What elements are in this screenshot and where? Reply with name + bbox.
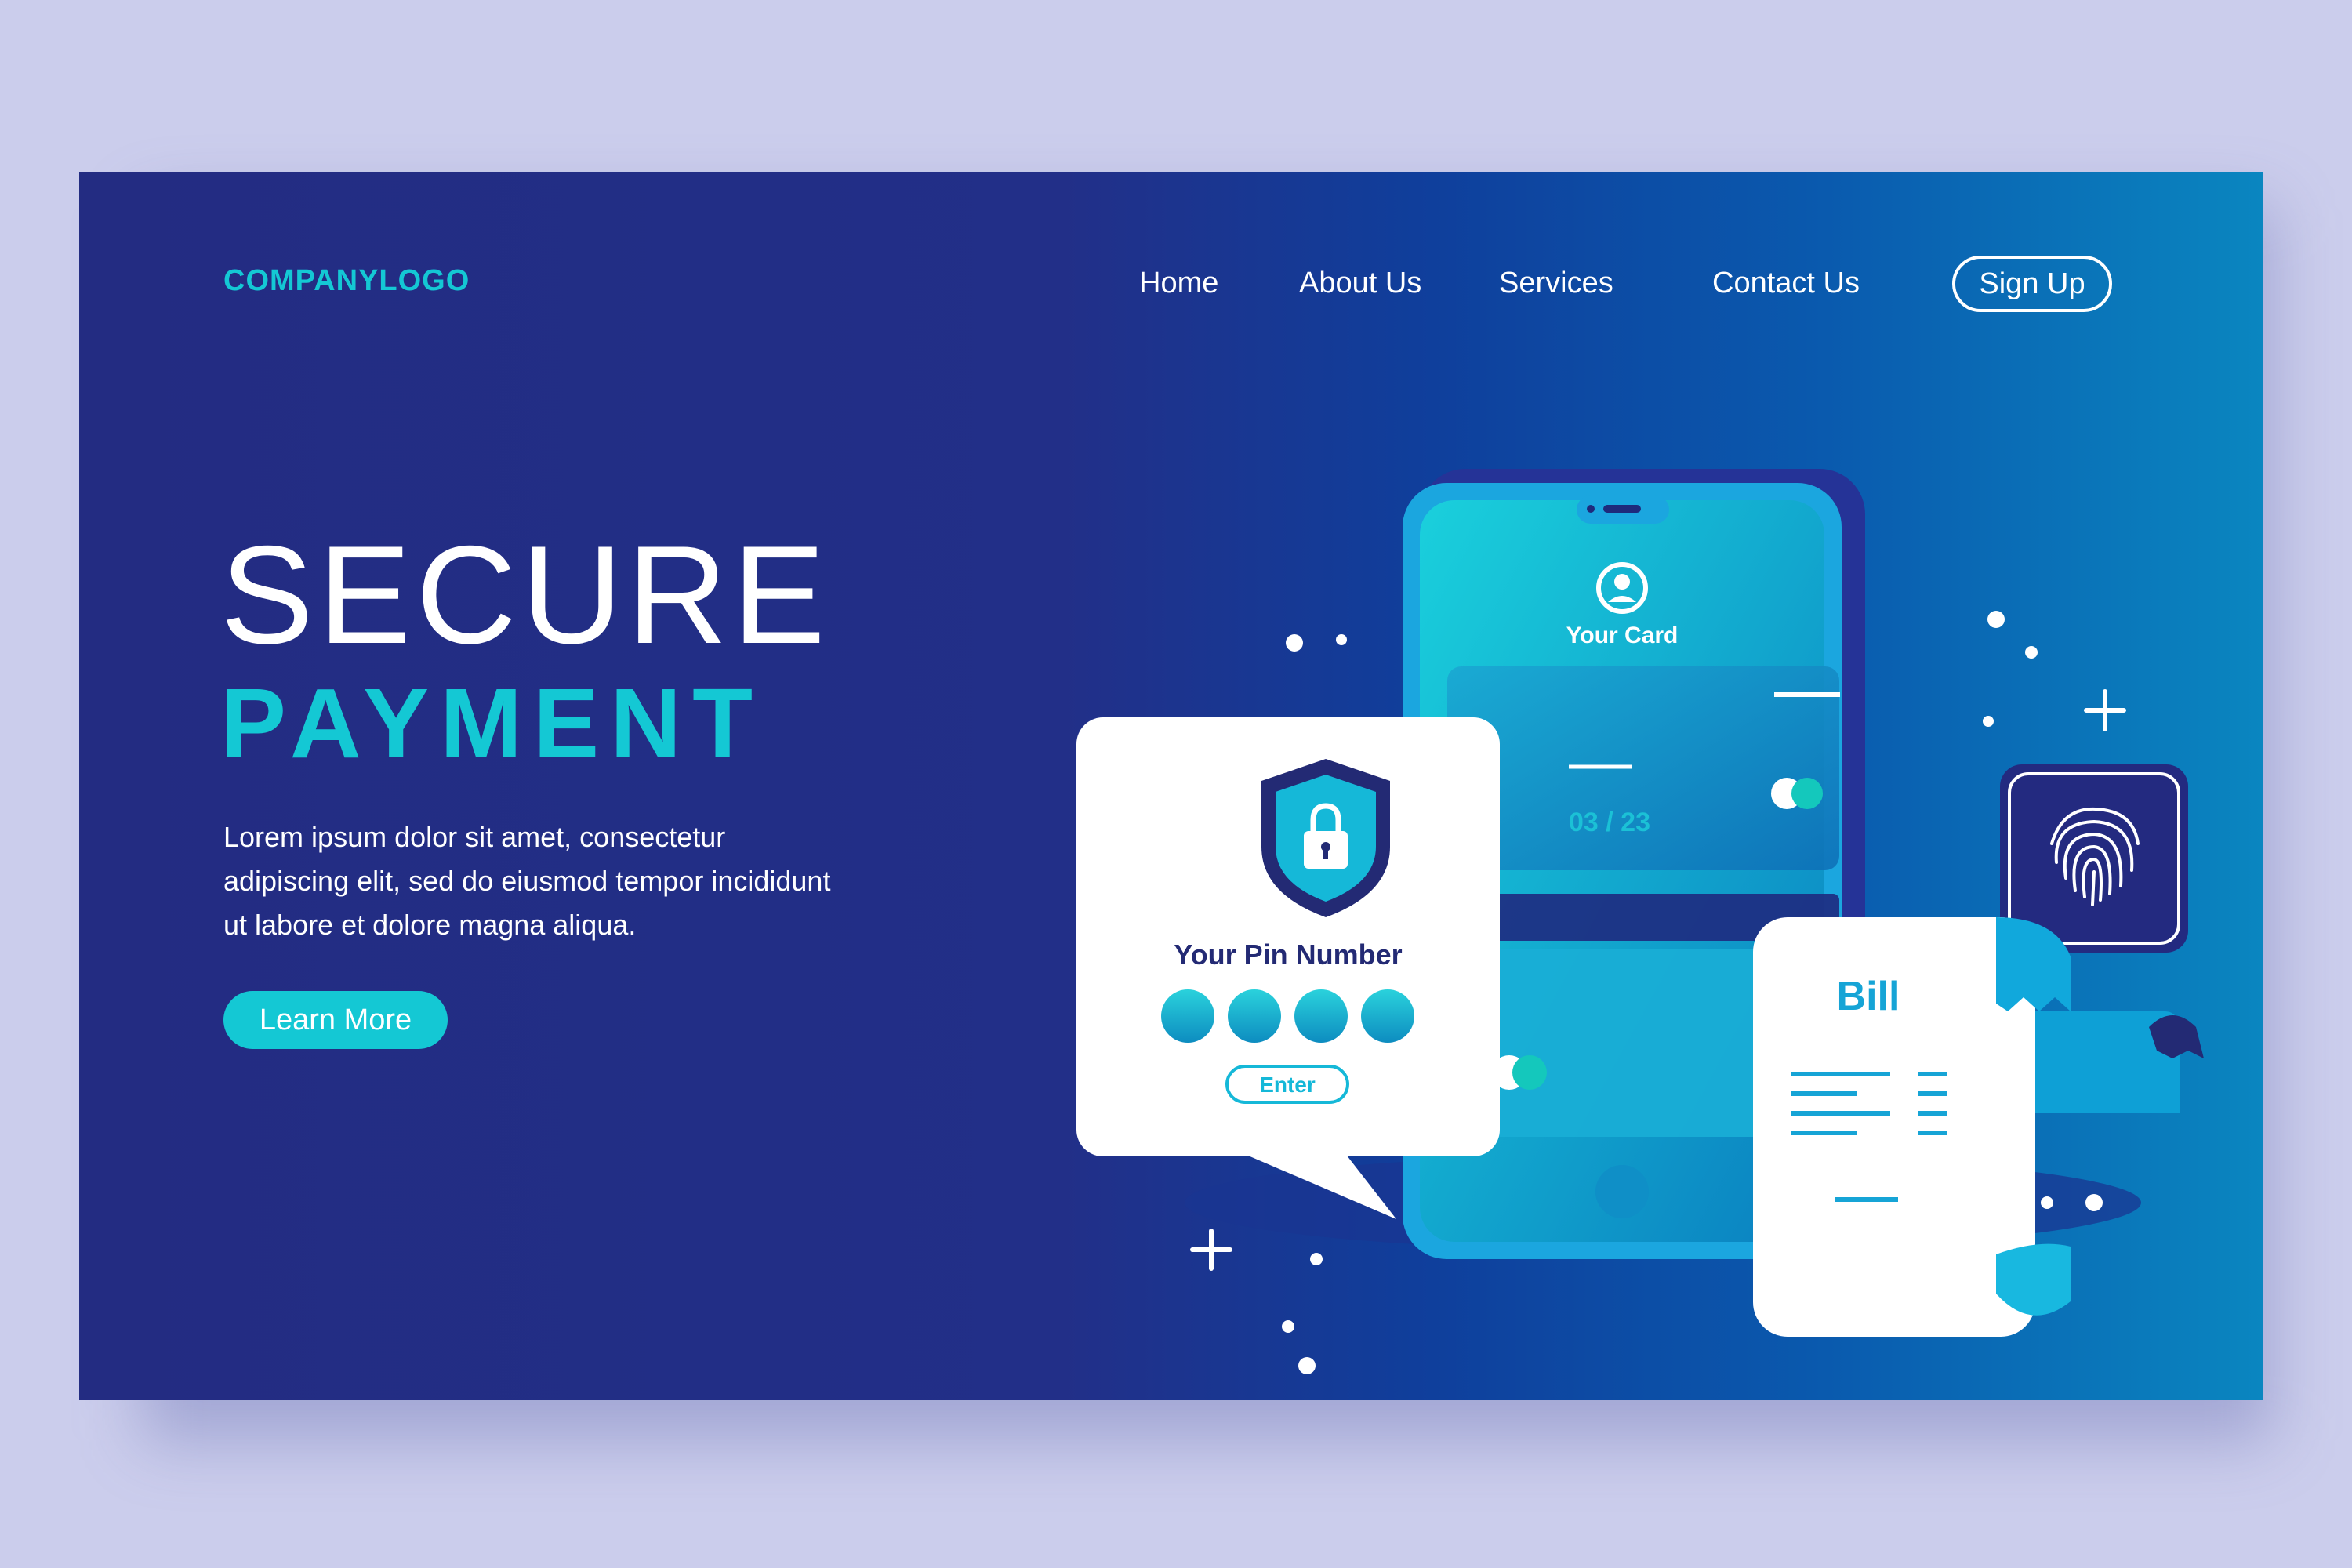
main-nav: Home About Us Services Contact Us Sign U… [863, 256, 2196, 318]
company-logo[interactable]: COMPANYLOGO [223, 264, 470, 298]
landing-page: COMPANYLOGO Home About Us Services Conta… [79, 172, 2263, 1400]
pin-dot-4 [1361, 989, 1414, 1043]
sign-up-button[interactable]: Sign Up [1952, 256, 2112, 312]
hero-title-payment: PAYMENT [220, 668, 764, 779]
pin-dot-3 [1294, 989, 1348, 1043]
secure-payment-illustration: Your Card 03 / 23 Your Pin Number Enter … [1020, 408, 2263, 1396]
phone-speaker [1603, 505, 1641, 513]
nav-services[interactable]: Services [1499, 267, 1613, 300]
pin-dot-1 [1161, 989, 1214, 1043]
your-card-label: Your Card [1566, 622, 1679, 648]
card-chip-right [1791, 778, 1823, 809]
hero-description: Lorem ipsum dolor sit amet, consectetur … [223, 821, 831, 941]
pin-title: Your Pin Number [1174, 938, 1402, 971]
learn-more-button[interactable]: Learn More [223, 991, 448, 1049]
pin-enter-label: Enter [1259, 1073, 1316, 1097]
bill-receipt: Bill [1753, 917, 2204, 1337]
nav-home[interactable]: Home [1139, 267, 1218, 300]
pin-dialog: Your Pin Number Enter [1076, 717, 1500, 1219]
card2-chip-right [1512, 1055, 1547, 1090]
card-expiry: 03 / 23 [1569, 808, 1650, 837]
nav-about-us[interactable]: About Us [1299, 267, 1421, 300]
illustration-svg: Your Card 03 / 23 Your Pin Number Enter … [1076, 469, 2204, 1374]
bill-title: Bill [1837, 974, 1900, 1019]
phone-camera [1587, 505, 1595, 513]
pin-dot-2 [1228, 989, 1281, 1043]
nav-contact-us[interactable]: Contact Us [1712, 267, 1860, 300]
phone-home-button[interactable] [1595, 1165, 1649, 1218]
hero-title-secure: SECURE [220, 517, 830, 673]
